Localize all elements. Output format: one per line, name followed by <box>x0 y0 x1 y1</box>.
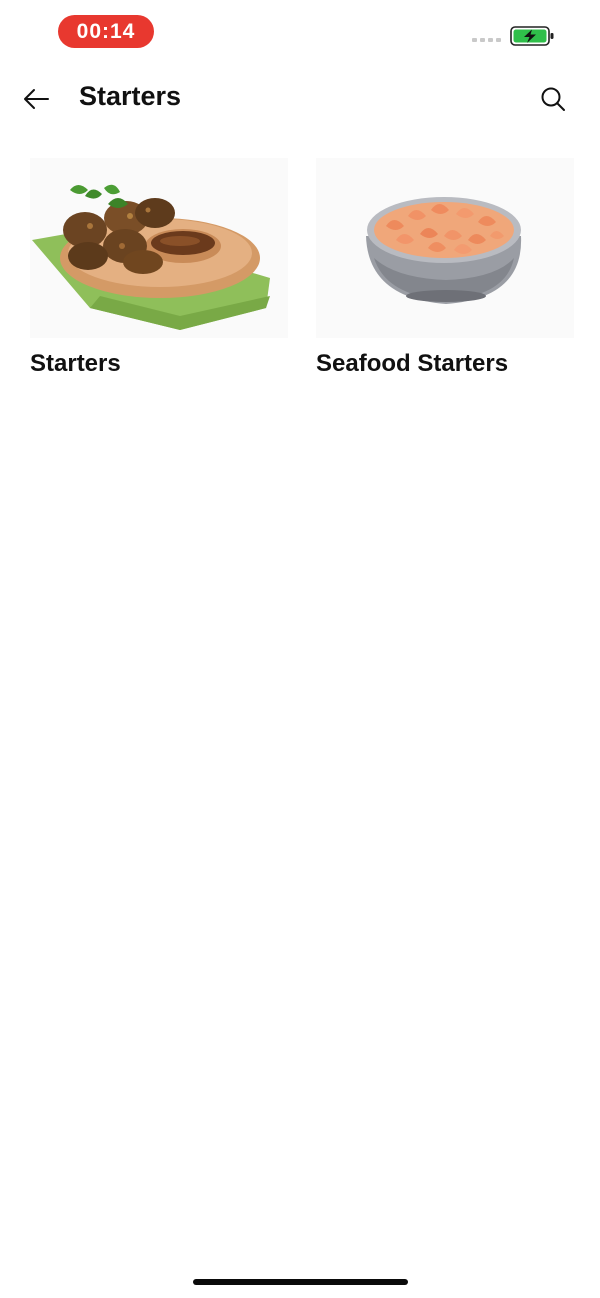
app-bar: Starters <box>0 64 600 134</box>
shrimp-bowl-image <box>366 197 522 304</box>
back-button[interactable] <box>16 79 56 119</box>
category-label: Starters <box>30 350 121 377</box>
page-title: Starters <box>79 81 182 111</box>
category-image-seafood-starters <box>316 158 574 338</box>
search-icon <box>541 87 565 111</box>
battery-charging-icon <box>510 26 554 46</box>
fritters-plate-image <box>32 184 270 330</box>
recording-time-pill[interactable]: 00:14 <box>58 15 154 48</box>
category-card-starters[interactable]: Starters <box>30 158 290 378</box>
signal-icon <box>472 38 501 42</box>
category-card-seafood-starters[interactable]: Seafood Starters <box>316 158 576 378</box>
category-label: Seafood Starters <box>316 350 509 377</box>
status-time: 00:14 <box>76 19 136 43</box>
status-bar: 00:14 <box>0 0 600 64</box>
search-button[interactable] <box>533 79 573 119</box>
category-image-starters <box>30 158 288 338</box>
home-indicator[interactable] <box>193 1279 408 1285</box>
arrow-left-icon <box>24 89 49 109</box>
